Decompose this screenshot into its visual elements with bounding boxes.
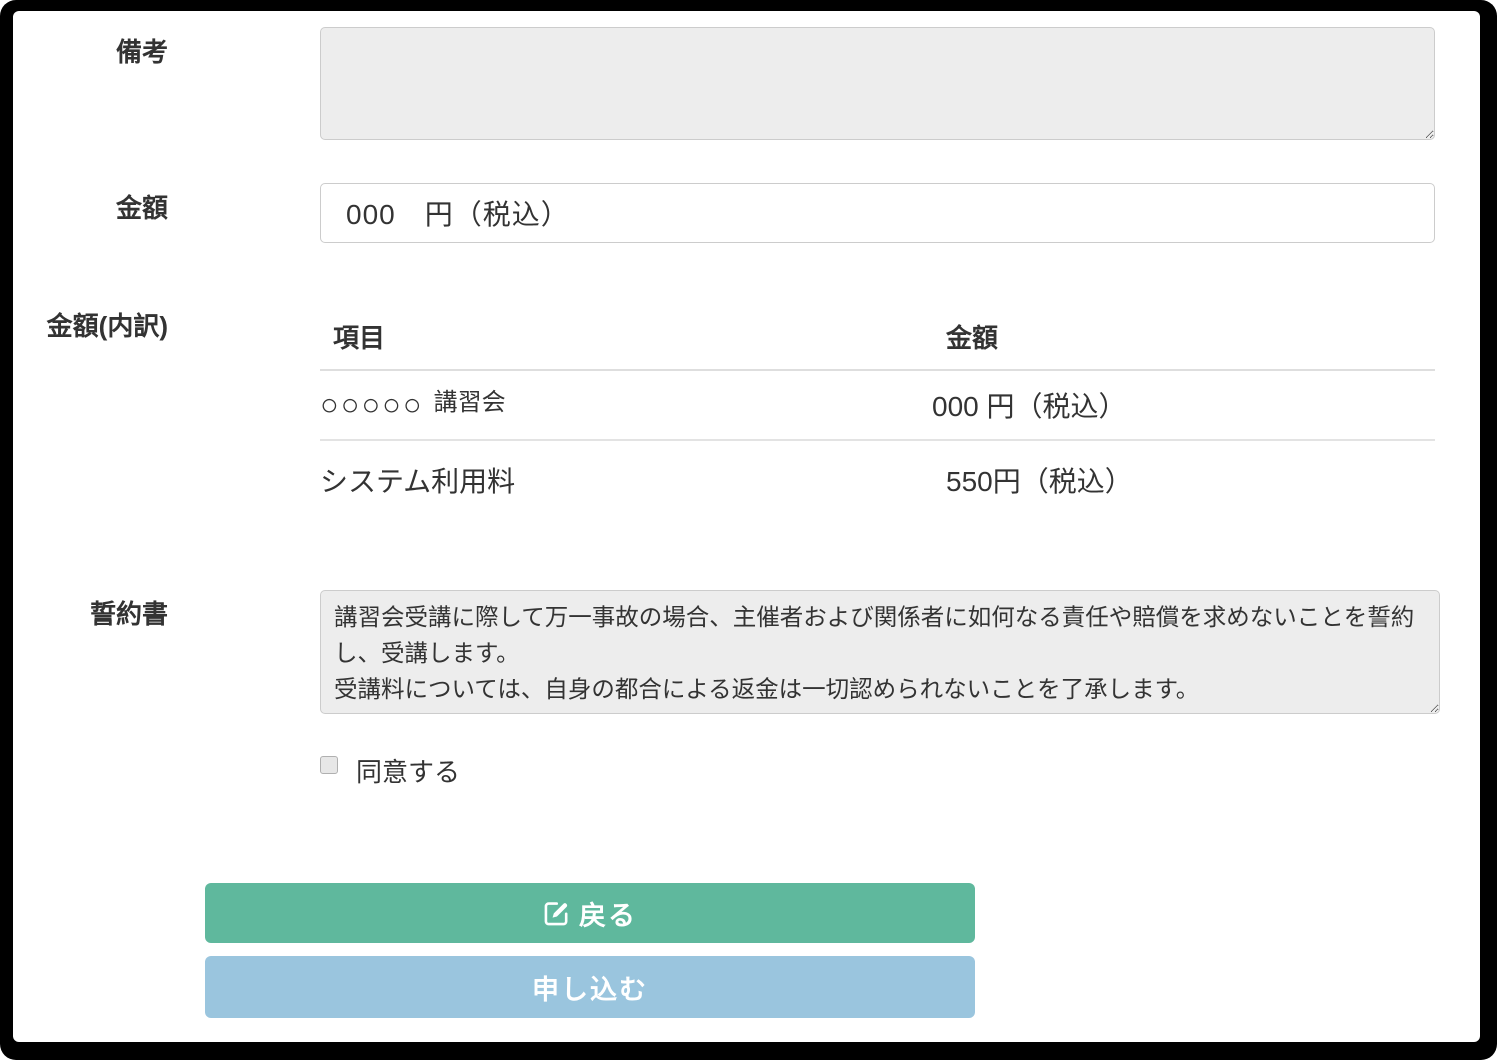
- breakdown-item-suffix: 講習会: [434, 382, 506, 417]
- amount-label: 金額: [0, 192, 168, 224]
- breakdown-row-item: システム利用料: [320, 441, 932, 513]
- breakdown-row-item: ○○○○○ 講習会: [320, 371, 932, 441]
- breakdown-table: 項目 金額 ○○○○○ 講習会 000 円（税込） システム利用料 550円（税…: [320, 312, 1435, 513]
- remarks-textarea[interactable]: [320, 27, 1435, 140]
- amount-input[interactable]: [320, 183, 1435, 243]
- back-button-label: 戻る: [579, 894, 637, 933]
- breakdown-label: 金額(内訳): [0, 310, 168, 342]
- application-form-page: 備考 金額 金額(内訳) 項目 金額 ○○○○○ 講習会 000 円（税込） シ…: [0, 0, 1497, 1060]
- breakdown-header-amount: 金額: [932, 312, 1435, 371]
- edit-pencil-square-icon: [543, 900, 570, 927]
- form-content: 備考 金額 金額(内訳) 項目 金額 ○○○○○ 講習会 000 円（税込） シ…: [0, 0, 1497, 1060]
- back-button[interactable]: 戻る: [205, 883, 975, 943]
- breakdown-item-masked-name: ○○○○○: [320, 387, 424, 423]
- pledge-textarea[interactable]: 講習会受講に際して万一事故の場合、主催者および関係者に如何なる責任や賠償を求めな…: [320, 590, 1440, 714]
- remarks-label: 備考: [0, 36, 168, 68]
- apply-button-label: 申し込む: [532, 968, 648, 1007]
- breakdown-header-item: 項目: [320, 312, 932, 371]
- agree-label: 同意する: [356, 752, 460, 789]
- agree-checkbox[interactable]: [320, 756, 338, 774]
- breakdown-row-amount: 000 円（税込）: [932, 371, 1435, 441]
- apply-button[interactable]: 申し込む: [205, 956, 975, 1018]
- pledge-label: 誓約書: [0, 598, 168, 630]
- breakdown-row-amount: 550円（税込）: [932, 441, 1435, 513]
